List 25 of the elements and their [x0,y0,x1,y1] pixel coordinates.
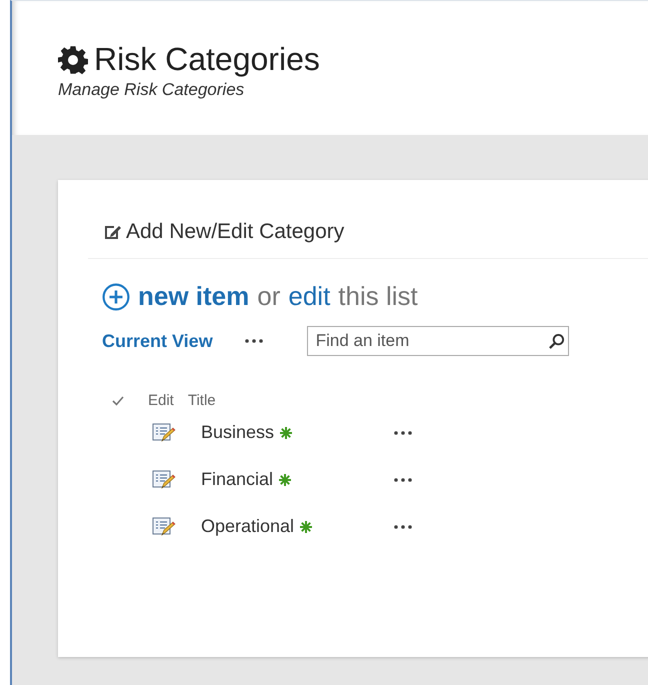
search-field[interactable]: Find an item [306,326,569,356]
column-header[interactable]: Edit [148,392,174,409]
item-title-link[interactable]: Financial [201,469,274,490]
new-item-link[interactable]: new item [138,281,250,312]
more-icon[interactable] [394,524,412,528]
item-title-link[interactable]: Business [201,422,274,443]
settings-icon [58,44,88,74]
edit-link[interactable]: edit [288,281,330,312]
this-list-text: this list [338,281,418,312]
page-subtitle: Manage Risk Categories [58,80,246,100]
edit-document-icon[interactable] [152,516,176,538]
more-icon[interactable] [394,430,412,434]
edit-document-icon[interactable] [152,422,176,444]
checkmark-icon[interactable] [112,396,124,406]
page-title: Risk Categories [94,41,320,78]
column-header[interactable]: Title [188,392,216,409]
search-icon[interactable] [548,333,565,350]
item-title-link[interactable]: Operational [201,516,294,537]
more-icon[interactable] [244,339,263,343]
or-text: or [257,281,280,312]
section-heading: Add New/Edit Category [126,220,344,244]
more-icon[interactable] [394,478,412,482]
add-icon[interactable] [102,282,130,310]
edit-document-icon[interactable] [152,468,176,490]
current-view-link[interactable]: Current View [102,330,213,352]
